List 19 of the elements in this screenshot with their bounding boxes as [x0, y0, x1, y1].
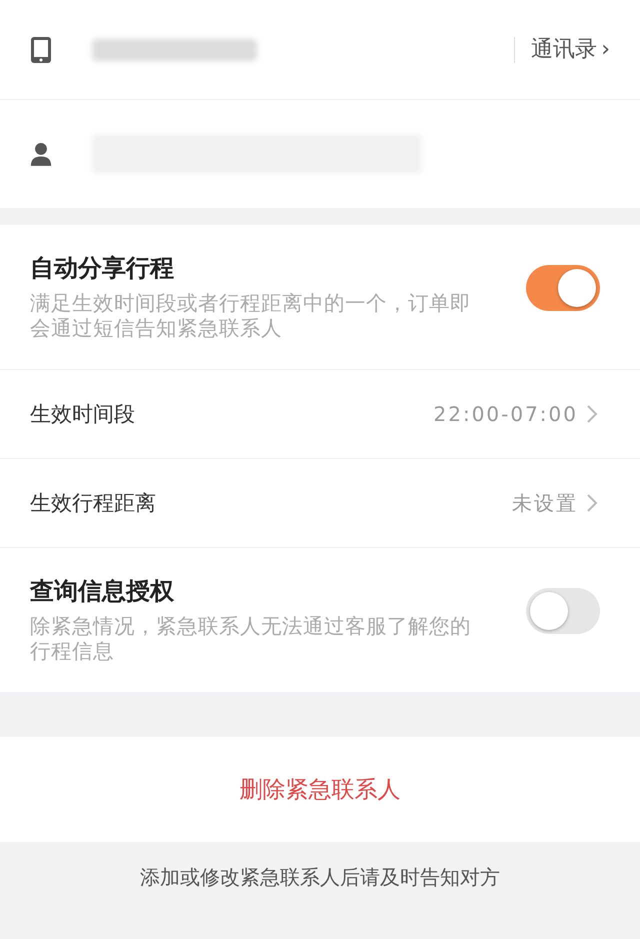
setting-description: 满足生效时间段或者行程距离中的一个，订单即会通过短信告知紧急联系人: [30, 291, 472, 341]
setting-row[interactable]: 生效行程距离 未设置: [0, 459, 640, 548]
toggle-switch[interactable]: [526, 265, 600, 311]
toggle-switch[interactable]: [526, 588, 600, 634]
chevron-icon: [586, 404, 598, 424]
setting-label: 生效行程距离: [30, 490, 157, 517]
setting-row[interactable]: 生效时间段 22:00-07:00: [0, 370, 640, 459]
footer-note: 添加或修改紧急联系人后请及时告知对方: [140, 864, 500, 891]
setting-value: 未设置: [512, 490, 578, 516]
setting-title: 自动分享行程: [30, 253, 175, 283]
setting-description: 除紧急情况，紧急联系人无法通过客服了解您的行程信息: [30, 614, 472, 664]
setting-value: 22:00-07:00: [434, 402, 578, 426]
phone-icon: [30, 36, 52, 64]
chevron-icon: [586, 493, 598, 513]
delete-button[interactable]: 删除紧急联系人: [234, 768, 406, 811]
contacts-link[interactable]: 通讯录 ›: [514, 36, 610, 62]
person-icon: [30, 140, 52, 168]
setting-label: 生效时间段: [30, 401, 136, 428]
setting-title: 查询信息授权: [30, 576, 176, 606]
